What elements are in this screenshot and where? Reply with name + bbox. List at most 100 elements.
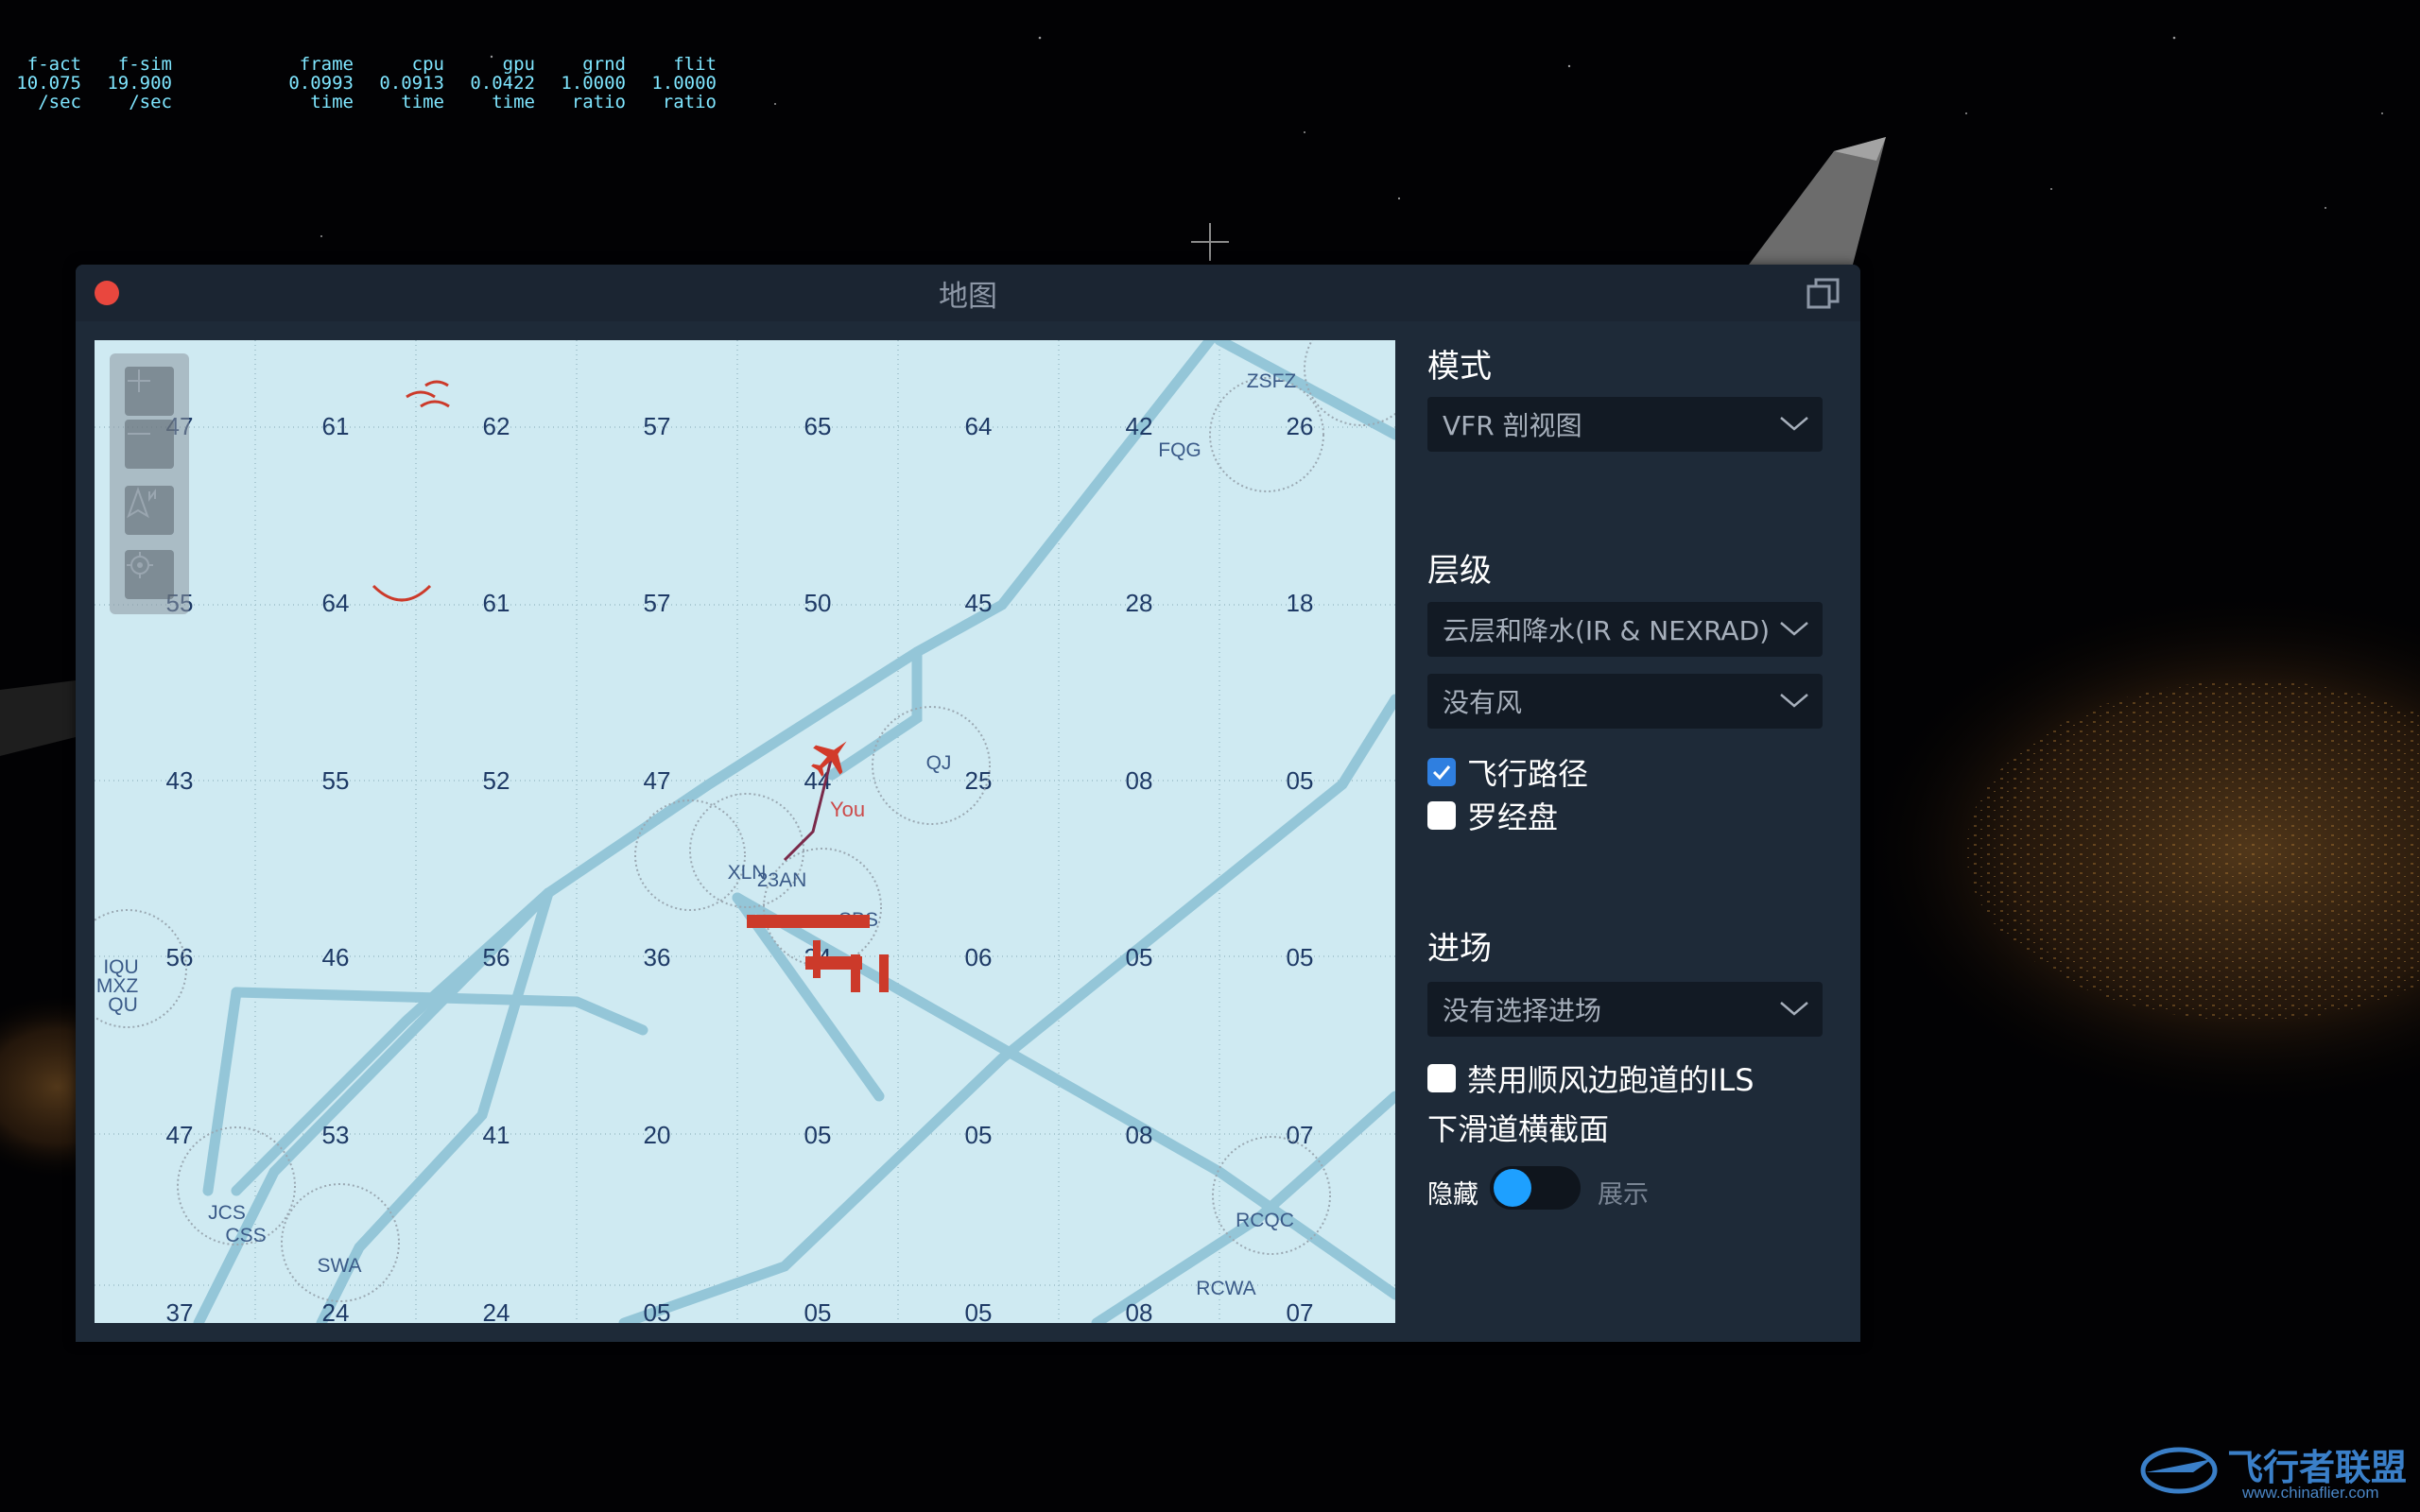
- stat-header: flit: [673, 54, 717, 75]
- disable-tailwind-ils-checkbox[interactable]: 禁用顺风边跑道的ILS: [1427, 1057, 1754, 1100]
- map-view[interactable]: 4761625765644226556461575045281843555247…: [95, 340, 1395, 1323]
- grid-number-label: 06: [965, 943, 993, 971]
- stat-header: f-act: [26, 54, 81, 75]
- grid-number-label: 05: [644, 1298, 671, 1323]
- grid-number-label: 64: [965, 412, 993, 440]
- approach-dropdown[interactable]: 没有选择进场: [1427, 982, 1823, 1037]
- wind-layer-value: 没有风: [1443, 687, 1523, 718]
- stat-f-sim: f-sim 19.900 /sec: [81, 55, 172, 112]
- stat-value: 0.0422: [470, 73, 535, 94]
- grid-number-label: 20: [644, 1121, 671, 1149]
- north-up-icon[interactable]: [125, 486, 174, 535]
- grid-number-label: 65: [804, 412, 832, 440]
- map-settings-panel: 模式 VFR 剖视图 层级 云层和降水(IR & NEXRAD) 没有风 飞行路…: [1412, 321, 1860, 1342]
- chevron-down-icon: [1780, 1002, 1808, 1016]
- close-icon[interactable]: [95, 281, 119, 305]
- disable-tailwind-ils-label: 禁用顺风边跑道的ILS: [1467, 1062, 1754, 1098]
- station-label: JCS: [208, 1202, 246, 1224]
- mode-dropdown[interactable]: VFR 剖视图: [1427, 397, 1823, 452]
- zoom-in-icon[interactable]: [125, 367, 174, 416]
- stat-grnd: grnd 1.0000 ratio: [535, 55, 626, 112]
- weather-layer-value: 云层和降水(IR & NEXRAD): [1443, 615, 1771, 646]
- weather-layer-dropdown[interactable]: 云层和降水(IR & NEXRAD): [1427, 602, 1823, 657]
- popout-window-icon[interactable]: [1806, 276, 1841, 312]
- grid-number-label: 05: [804, 1298, 832, 1323]
- grid-number-label: 64: [322, 589, 350, 617]
- stat-value: 0.0913: [379, 73, 444, 94]
- stat-header: f-sim: [117, 54, 172, 75]
- glideslope-toggle[interactable]: [1490, 1166, 1581, 1210]
- watermark-logo-icon: [2140, 1447, 2218, 1494]
- compass-rose-label: 罗经盘: [1467, 799, 1559, 835]
- center-location-icon[interactable]: [125, 550, 174, 599]
- stat-frame: frame 0.0993 time: [172, 55, 354, 112]
- checkbox-unchecked-icon[interactable]: [1427, 1064, 1456, 1092]
- grid-number-label: 61: [322, 412, 350, 440]
- grid-number-label: 24: [322, 1298, 350, 1323]
- wind-layer-dropdown[interactable]: 没有风: [1427, 674, 1823, 729]
- glideslope-title: 下滑道横截面: [1427, 1111, 1610, 1147]
- watermark: 飞行者联盟 www.chinaflier.com: [2136, 1435, 2420, 1510]
- grid-number-label: 05: [1287, 943, 1314, 971]
- grid-number-label: 47: [166, 1121, 194, 1149]
- grid-number-label: 57: [644, 412, 671, 440]
- grid-number-label: 41: [483, 1121, 510, 1149]
- zoom-out-icon[interactable]: [125, 420, 174, 469]
- stat-value: 10.075: [16, 73, 81, 94]
- station-label: QJ: [926, 752, 952, 774]
- grid-number-label: 55: [322, 766, 350, 795]
- flight-path-checkbox[interactable]: 飞行路径: [1427, 750, 1588, 794]
- grid-number-label: 37: [166, 1298, 194, 1323]
- grid-number-label: 26: [1287, 412, 1314, 440]
- window-title: 地图: [939, 279, 997, 314]
- station-label: 23AN: [757, 869, 807, 891]
- toggle-hide-label: 隐藏: [1427, 1180, 1478, 1210]
- grid-number-label: 08: [1126, 1298, 1153, 1323]
- window-titlebar[interactable]: 地图: [76, 265, 1860, 321]
- map-canvas[interactable]: 4761625765644226556461575045281843555247…: [95, 340, 1395, 1323]
- stat-cpu: cpu 0.0913 time: [354, 55, 444, 112]
- chevron-down-icon: [1780, 694, 1808, 708]
- station-label: RCWA: [1196, 1278, 1255, 1299]
- grid-number-label: 52: [483, 766, 510, 795]
- grid-number-label: 36: [644, 943, 671, 971]
- grid-number-label: 43: [166, 766, 194, 795]
- grid-number-label: 46: [322, 943, 350, 971]
- approach-title: 进场: [1427, 930, 1492, 968]
- map-controls: [110, 353, 189, 614]
- station-label: CSS: [225, 1225, 266, 1246]
- grid-number-label: 05: [1126, 943, 1153, 971]
- grid-number-label: 08: [1126, 766, 1153, 795]
- grid-number-label: 05: [804, 1121, 832, 1149]
- station-label: SWA: [317, 1255, 361, 1277]
- station-label: RCQC: [1236, 1210, 1294, 1231]
- stat-unit: /sec: [129, 92, 172, 112]
- stat-value: 0.0993: [288, 73, 354, 94]
- checkbox-unchecked-icon[interactable]: [1427, 801, 1456, 830]
- obstacle-symbols: [372, 380, 450, 602]
- stat-gpu: gpu 0.0422 time: [444, 55, 535, 112]
- stat-value: 19.900: [107, 73, 172, 94]
- checkbox-checked-icon[interactable]: [1427, 758, 1456, 786]
- compass-rose-checkbox[interactable]: 罗经盘: [1427, 794, 1558, 837]
- stat-header: frame: [299, 54, 354, 75]
- grid-number-label: 07: [1287, 1298, 1314, 1323]
- map-window: 地图 61 62 57 65 64 42 26 64 61 57 50 45 2…: [76, 265, 1860, 1342]
- grid-number-label: 62: [483, 412, 510, 440]
- stat-value: 1.0000: [651, 73, 717, 94]
- stat-header: cpu: [411, 54, 444, 75]
- station-labels: ZSFZ FQG QJ XLN 23AN SBS IQU MXZ QU JCS …: [96, 370, 1297, 1299]
- stat-unit: time: [401, 92, 444, 112]
- grid-number-label: 56: [166, 943, 194, 971]
- watermark-name: 飞行者联盟: [2227, 1447, 2408, 1488]
- grid-number-label: 61: [483, 589, 510, 617]
- station-label: FQG: [1158, 439, 1201, 461]
- grid-number-label: 08: [1126, 1121, 1153, 1149]
- grid-number-label: 56: [483, 943, 510, 971]
- approach-dropdown-value: 没有选择进场: [1443, 995, 1602, 1026]
- map-grid: [95, 340, 1395, 1323]
- grid-number-label: 53: [322, 1121, 350, 1149]
- toggle-show-label: 展示: [1598, 1180, 1649, 1210]
- grid-number-label: 50: [804, 589, 832, 617]
- grid-number-label: 45: [965, 589, 993, 617]
